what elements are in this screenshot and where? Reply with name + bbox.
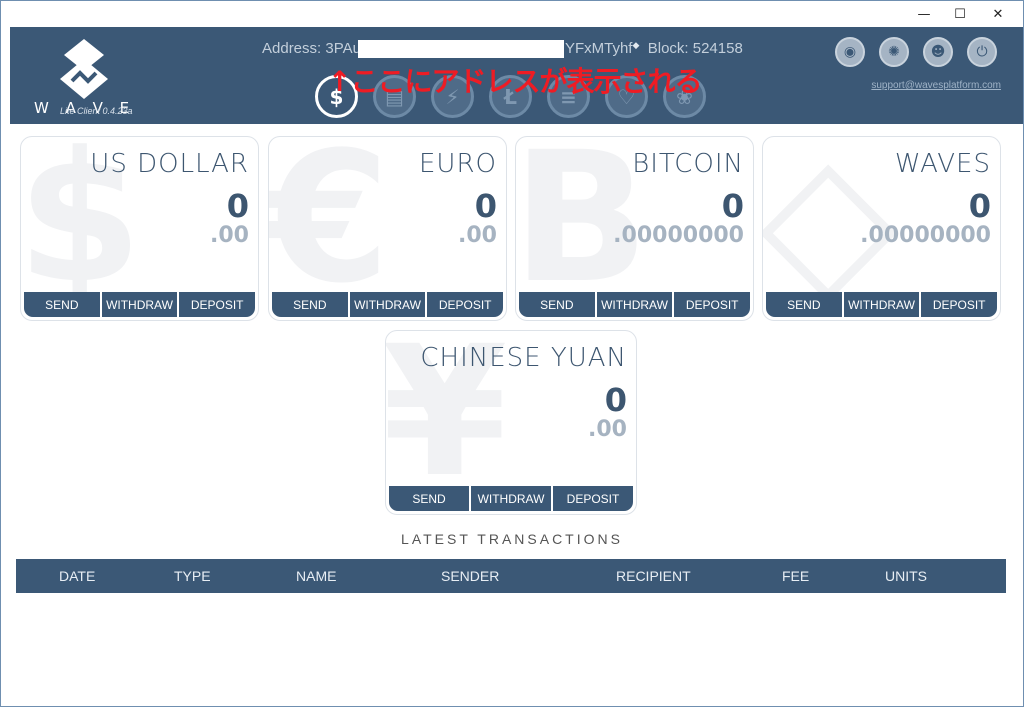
waves-logo: W A V E S	[34, 39, 132, 117]
title-bar: — ☐ ✕	[1, 1, 1023, 27]
column-header-type[interactable]: TYPE	[174, 559, 211, 593]
balance-decimal: .00	[588, 417, 627, 442]
transactions-table-header: DATE TYPE NAME SENDER RECIPIENT FEE UNITS	[16, 559, 1006, 593]
currency-watermark: €	[268, 136, 391, 321]
address-label: Address: 3PAu	[262, 40, 361, 57]
currency-name: WAVES	[894, 149, 991, 179]
withdraw-button[interactable]: WITHDRAW	[596, 292, 673, 317]
balance-decimal: .00	[210, 223, 249, 248]
address-bar: Address: 3PAu YFxMTyhf◆ Block: 524158	[262, 40, 743, 59]
column-header-name[interactable]: NAME	[296, 559, 336, 593]
balance-decimal: .00	[458, 223, 497, 248]
balance-card: ¥ CHINESE YUAN 0 .00 SEND WITHDRAW DEPOS…	[385, 330, 637, 515]
user-icon[interactable]: ☻	[923, 37, 953, 67]
annotation-text: ↑ここにアドレスが表示される	[328, 65, 702, 98]
balance-decimal: .00000000	[860, 223, 991, 248]
column-header-fee[interactable]: FEE	[782, 559, 809, 593]
card-actions: SEND WITHDRAW DEPOSIT	[766, 292, 998, 317]
withdraw-button[interactable]: WITHDRAW	[101, 292, 178, 317]
card-actions: SEND WITHDRAW DEPOSIT	[389, 486, 633, 511]
deposit-button[interactable]: DEPOSIT	[553, 486, 633, 511]
send-button[interactable]: SEND	[389, 486, 469, 511]
top-icons: ◉ ✺ ☻ ⏻	[835, 37, 997, 67]
balance-integer: 0	[604, 381, 627, 419]
column-header-units[interactable]: UNITS	[885, 559, 927, 593]
network-icon[interactable]: ✺	[879, 37, 909, 67]
coins-icon[interactable]: ◉	[835, 37, 865, 67]
app-window: — ☐ ✕ W A V E S Lite Client 0.4.23a Addr…	[0, 0, 1024, 707]
support-link[interactable]: support@wavesplatform.com	[871, 80, 1001, 91]
withdraw-button[interactable]: WITHDRAW	[349, 292, 426, 317]
currency-name: US DOLLAR	[90, 149, 249, 179]
send-button[interactable]: SEND	[24, 292, 100, 317]
balance-decimal: .00000000	[613, 223, 744, 248]
deposit-button[interactable]: DEPOSIT	[674, 292, 751, 317]
deposit-button[interactable]: DEPOSIT	[921, 292, 998, 317]
withdraw-button[interactable]: WITHDRAW	[471, 486, 551, 511]
withdraw-button[interactable]: WITHDRAW	[843, 292, 920, 317]
currency-name: CHINESE YUAN	[420, 343, 627, 373]
balance-integer: 0	[968, 187, 991, 225]
deposit-button[interactable]: DEPOSIT	[179, 292, 256, 317]
card-actions: SEND WITHDRAW DEPOSIT	[519, 292, 751, 317]
column-header-date[interactable]: DATE	[59, 559, 95, 593]
address-marker: ◆	[632, 40, 640, 50]
column-header-sender[interactable]: SENDER	[441, 559, 499, 593]
balance-integer: 0	[474, 187, 497, 225]
balance-card: B BITCOIN 0 .00000000 SEND WITHDRAW DEPO…	[515, 136, 754, 321]
currency-name: BITCOIN	[632, 149, 744, 179]
send-button[interactable]: SEND	[519, 292, 595, 317]
currency-name: EURO	[419, 149, 497, 179]
block-height: Block: 524158	[647, 40, 743, 57]
balance-card: ◇ WAVES 0 .00000000 SEND WITHDRAW DEPOSI…	[762, 136, 1001, 321]
balance-card: $ US DOLLAR 0 .00 SEND WITHDRAW DEPOSIT	[20, 136, 259, 321]
transactions-title: LATEST TRANSACTIONS	[401, 531, 623, 547]
column-header-recipient[interactable]: RECIPIENT	[616, 559, 691, 593]
balance-integer: 0	[226, 187, 249, 225]
send-button[interactable]: SEND	[766, 292, 842, 317]
card-actions: SEND WITHDRAW DEPOSIT	[24, 292, 256, 317]
maximize-button[interactable]: ☐	[941, 1, 979, 27]
minimize-button[interactable]: —	[905, 1, 943, 27]
logo-subtitle: Lite Client 0.4.23a	[60, 106, 133, 116]
balance-card: € EURO 0 .00 SEND WITHDRAW DEPOSIT	[268, 136, 507, 321]
power-icon[interactable]: ⏻	[967, 37, 997, 67]
card-actions: SEND WITHDRAW DEPOSIT	[272, 292, 504, 317]
close-button[interactable]: ✕	[979, 1, 1017, 27]
address-suffix[interactable]: YFxMTyhf	[565, 40, 633, 57]
deposit-button[interactable]: DEPOSIT	[427, 292, 504, 317]
address-redaction	[357, 40, 564, 59]
balance-integer: 0	[721, 187, 744, 225]
app-header: W A V E S Lite Client 0.4.23a Address: 3…	[10, 27, 1023, 124]
send-button[interactable]: SEND	[272, 292, 348, 317]
